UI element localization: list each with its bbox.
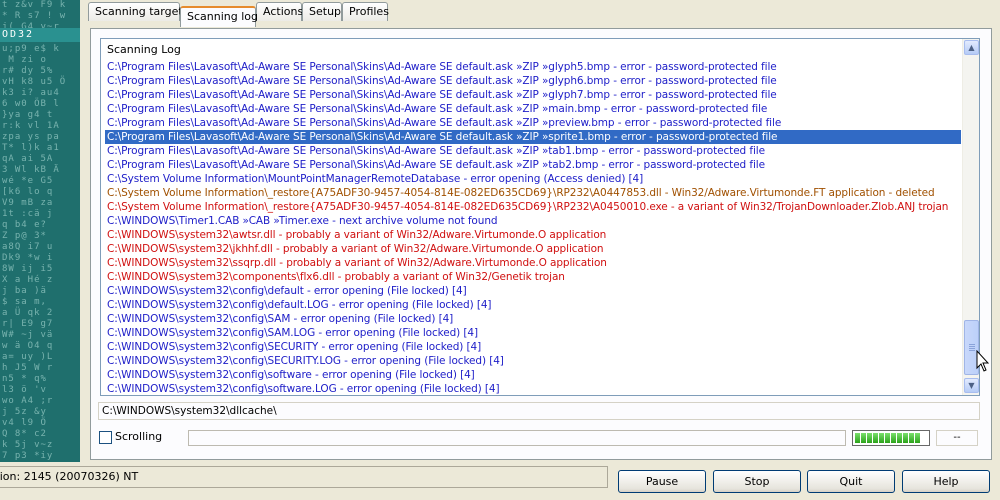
progress-segment	[873, 433, 878, 443]
tab-scanning-targets[interactable]: Scanning targets	[88, 2, 188, 21]
progress-segment	[855, 433, 860, 443]
log-line[interactable]: C:\WINDOWS\system32\config\SAM.LOG - err…	[105, 326, 961, 340]
tab-actions[interactable]: Actions	[256, 2, 303, 21]
log-scrollbar[interactable]: ▲ ▼	[962, 39, 979, 395]
log-line[interactable]: C:\WINDOWS\system32\awtsr.dll - probably…	[105, 228, 961, 242]
log-line[interactable]: C:\WINDOWS\system32\ssqrp.dll - probably…	[105, 256, 961, 270]
log-line[interactable]: C:\WINDOWS\system32\components\flx6.dll …	[105, 270, 961, 284]
log-line[interactable]: C:\System Volume Information\_restore{A7…	[105, 186, 961, 200]
log-line[interactable]: C:\WINDOWS\system32\config\SECURITY - er…	[105, 340, 961, 354]
scrolling-label[interactable]: Scrolling	[115, 430, 162, 444]
log-line[interactable]: C:\WINDOWS\system32\config\SAM - error o…	[105, 312, 961, 326]
side-banner: t z&v F9 k * R s7 ! w j( G4 y~r Q2 'Sp l…	[0, 0, 80, 462]
log-line[interactable]: C:\Program Files\Lavasoft\Ad-Aware SE Pe…	[105, 74, 961, 88]
tab-profiles[interactable]: Profiles	[342, 2, 389, 21]
log-line[interactable]: C:\Program Files\Lavasoft\Ad-Aware SE Pe…	[105, 116, 961, 130]
current-scan-path: C:\WINDOWS\system32\dllcache\	[98, 402, 980, 420]
pause-button[interactable]: Pause	[618, 470, 706, 493]
log-header: Scanning Log	[107, 43, 181, 56]
log-line[interactable]: C:\WINDOWS\system32\config\software - er…	[105, 368, 961, 382]
log-line[interactable]: C:\WINDOWS\system32\config\default - err…	[105, 284, 961, 298]
log-line[interactable]: C:\WINDOWS\system32\jkhhf.dll - probably…	[105, 242, 961, 256]
scanning-log-list[interactable]: Scanning Log C:\Program Files\Lavasoft\A…	[100, 38, 980, 396]
status-bar: sion: 2145 (20070326) NT	[0, 466, 608, 488]
log-line[interactable]: C:\WINDOWS\Timer1.CAB »CAB »Timer.exe - …	[105, 214, 961, 228]
log-line[interactable]: C:\System Volume Information\MountPointM…	[105, 172, 961, 186]
progress-segment	[867, 433, 872, 443]
log-line[interactable]: C:\System Volume Information\_restore{A7…	[105, 200, 961, 214]
help-button[interactable]: Help	[902, 470, 990, 493]
log-lines[interactable]: C:\Program Files\Lavasoft\Ad-Aware SE Pe…	[105, 60, 961, 396]
tab-scanning-log[interactable]: Scanning log	[180, 6, 258, 27]
stop-button[interactable]: Stop	[713, 470, 801, 493]
scrolling-checkbox[interactable]	[99, 431, 112, 444]
tab-setup[interactable]: Setup	[302, 2, 342, 21]
log-line[interactable]: C:\Program Files\Lavasoft\Ad-Aware SE Pe…	[105, 144, 961, 158]
log-line[interactable]: C:\Program Files\Lavasoft\Ad-Aware SE Pe…	[105, 60, 961, 74]
progress-segment	[879, 433, 884, 443]
progress-segment	[861, 433, 866, 443]
scroll-up-button[interactable]: ▲	[964, 40, 979, 55]
log-line[interactable]: C:\WINDOWS\system32\config\software.LOG …	[105, 382, 961, 396]
progress-segment	[891, 433, 896, 443]
progress-count: --	[936, 430, 978, 446]
progress-segment	[885, 433, 890, 443]
version-text: sion: 2145 (20070326) NT	[0, 470, 139, 483]
activity-progress-bar	[852, 430, 930, 446]
log-line[interactable]: C:\Program Files\Lavasoft\Ad-Aware SE Pe…	[105, 102, 961, 116]
log-line[interactable]: C:\Program Files\Lavasoft\Ad-Aware SE Pe…	[105, 88, 961, 102]
quit-button[interactable]: Quit	[807, 470, 895, 493]
progress-segment	[897, 433, 902, 443]
log-line-selected[interactable]: C:\Program Files\Lavasoft\Ad-Aware SE Pe…	[105, 129, 961, 145]
scan-progress-track	[188, 430, 846, 446]
log-line[interactable]: C:\WINDOWS\system32\config\default.LOG -…	[105, 298, 961, 312]
mouse-cursor-icon	[976, 350, 990, 372]
progress-segment	[915, 433, 920, 443]
log-line[interactable]: C:\Program Files\Lavasoft\Ad-Aware SE Pe…	[105, 158, 961, 172]
progress-segment	[909, 433, 914, 443]
scroll-down-button[interactable]: ▼	[964, 378, 979, 393]
side-banner-label: OD32	[0, 28, 80, 42]
side-banner-glyphs: t z&v F9 k * R s7 ! w j( G4 y~r Q2 'Sp l…	[2, 0, 67, 461]
log-line[interactable]: C:\WINDOWS\system32\config\SECURITY.LOG …	[105, 354, 961, 368]
progress-segment	[903, 433, 908, 443]
